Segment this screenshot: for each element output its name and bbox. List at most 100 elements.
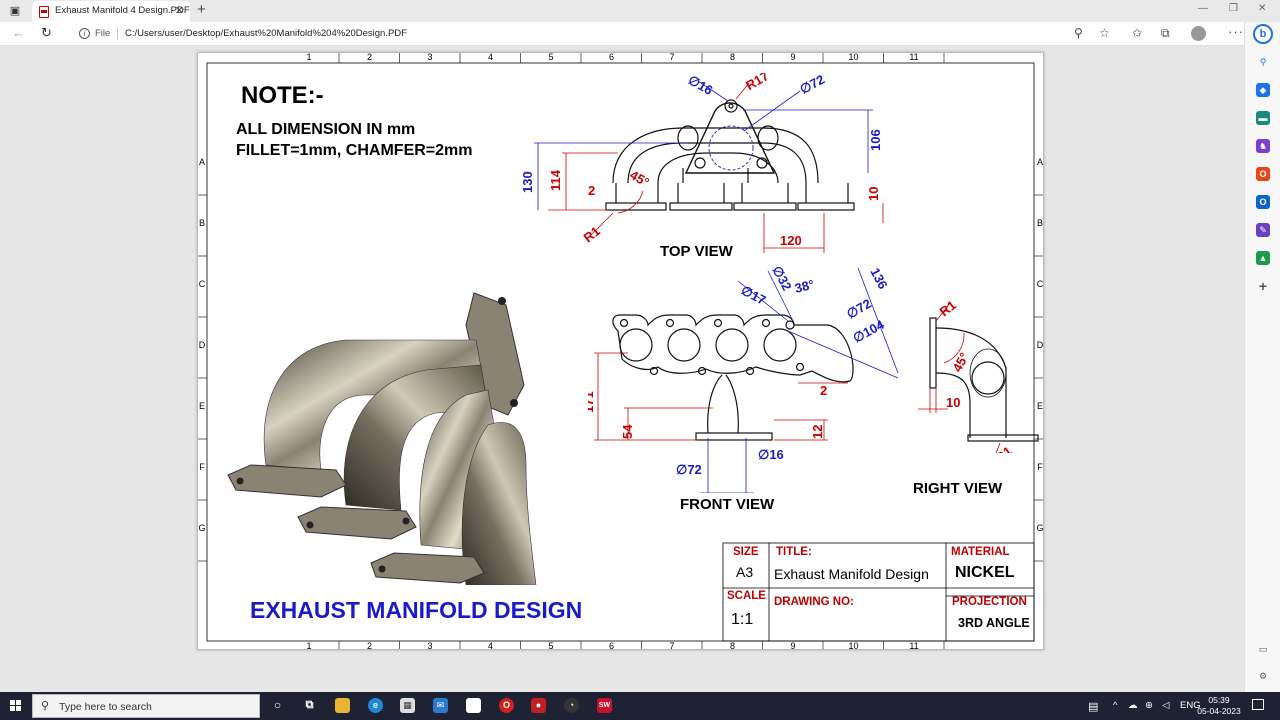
size-value: A3 [736,564,754,580]
restore-button[interactable]: ❐ [1229,3,1238,14]
url-field[interactable]: C:/Users/user/Desktop/Exhaust%20Manifold… [125,28,407,39]
border-column-label: 4 [488,53,493,62]
taskbar-search[interactable]: ⚲ Type here to search [32,694,260,718]
volume-icon[interactable]: ◁ [1162,700,1169,711]
border-column-label: 8 [730,53,735,62]
dim-front-136: 136 [867,265,890,291]
size-label: SIZE [733,546,759,558]
tray-chevron-icon[interactable]: ^ [1113,700,1117,711]
more-menu-icon[interactable]: ··· [1228,24,1244,39]
border-row-label: G [198,523,205,533]
tree-icon[interactable]: ▲ [1256,251,1270,265]
front-view-label: FRONT VIEW [680,496,775,513]
keyboard-icon[interactable]: ▤ [1088,700,1098,713]
file-explorer-icon[interactable] [335,698,350,713]
document-icon[interactable] [466,698,481,713]
manifold-3d-render [227,292,537,585]
taskbar: ⚲ Type here to search ○ ⧉ e ▦ ✉ O ● ◔ SW… [0,692,1280,720]
opera-icon[interactable]: O [499,698,514,713]
border-column-label: 10 [848,53,858,62]
dim-front-12: 12 [810,425,825,439]
task-view-icon[interactable]: ⧉ [302,698,317,713]
tab-strip: ▣ Exhaust Manifold 4 Design.PDF ✕ + — ❐ … [0,0,1280,22]
store-icon[interactable]: ▦ [400,698,415,713]
clock-date: 05-04-2023 [1197,706,1241,716]
projection-value: 3RD ANGLE [958,616,1030,630]
tab-pdf[interactable]: Exhaust Manifold 4 Design.PDF ✕ [32,1,190,22]
border-row-label: F [199,462,205,472]
edge-icon[interactable]: e [368,698,383,713]
mail-icon[interactable]: ✉ [433,698,448,713]
border-row-label: B [1037,218,1043,228]
solidworks-icon[interactable]: SW [597,698,612,713]
file-label: File [95,28,111,39]
title-label: TITLE: [776,546,812,558]
border-column-label: 1 [306,641,311,650]
border-row-label: B [199,218,205,228]
cloud-icon[interactable]: ☁ [1128,700,1138,711]
cortana-icon[interactable]: ○ [270,698,285,713]
favorites-icon[interactable]: ✩ [1132,26,1142,40]
info-icon[interactable]: i [79,28,90,39]
dim-right-10: 10 [946,395,960,410]
dim-top-45: 45° [627,167,652,190]
drawing-sheet: 1 1 2 2 3 3 4 4 5 5 6 6 7 7 8 8 9 9 10 10 11 11 A A B B C C D D E E F F G G… [197,52,1044,650]
windows-start-icon[interactable] [10,700,22,712]
clock[interactable]: 05:39 05-04-2023 [1195,695,1243,717]
games-icon[interactable]: ♞ [1256,139,1270,153]
pdf-icon [39,6,49,18]
new-tab-button[interactable]: + [197,1,206,19]
reload-icon[interactable]: ↻ [41,25,52,41]
office-icon[interactable]: O [1256,167,1270,181]
designer-icon[interactable]: ✎ [1256,223,1270,237]
border-column-label: 6 [609,53,614,62]
profile-avatar[interactable] [1191,26,1206,41]
dim-front-d32: ∅32 [769,263,794,293]
border-column-label: 7 [669,641,674,650]
material-label: MATERIAL [951,546,1010,558]
right-view-label: RIGHT VIEW [913,480,1003,497]
recorder-icon[interactable]: ● [531,698,546,713]
split-icon[interactable]: ▭ [1256,642,1270,656]
divider [117,28,118,40]
border-column-label: 11 [909,641,918,650]
notification-icon[interactable] [1252,699,1264,710]
tab-close-icon[interactable]: ✕ [175,4,184,17]
network-icon[interactable]: ⊕ [1145,700,1153,711]
border-column-label: 4 [488,641,493,650]
back-icon[interactable]: ← [12,25,25,41]
close-window-button[interactable]: ✕ [1258,3,1266,14]
settings-gear-icon[interactable]: ⚙ [1256,669,1270,683]
tools-icon[interactable]: ▬ [1256,111,1270,125]
dim-top-d72: ∅72 [797,73,827,97]
collections-icon[interactable]: ⧉ [1161,26,1170,40]
dim-front-38: 38° [793,277,816,296]
shopping-icon[interactable]: ◆ [1256,83,1270,97]
note-title: NOTE:- [241,82,324,109]
note-dimensions: ALL DIMENSION IN mm [236,121,416,138]
outlook-icon[interactable]: O [1256,195,1270,209]
minimize-button[interactable]: — [1198,3,1208,14]
dim-front-d72b: ∅72 [676,462,702,477]
zoom-icon[interactable]: ⚲ [1074,26,1083,40]
dim-top-106: 106 [868,129,883,151]
border-row-label: E [199,401,205,411]
material-value: NICKEL [955,564,1015,581]
border-column-label: 3 [427,641,432,650]
search-icon[interactable]: ⚲ [1256,55,1270,69]
right-view-drawing: R1 45° 10 R1 [918,297,1039,453]
dim-right-r1b: R1 [993,443,1015,453]
tab-actions-icon[interactable]: ▣ [8,4,22,18]
tab-title: Exhaust Manifold 4 Design.PDF [55,5,190,16]
top-view-label: TOP VIEW [660,243,733,260]
dim-front-d72: ∅72 [844,296,874,322]
border-column-label: 8 [730,641,735,650]
speedometer-icon[interactable]: ◔ [564,698,579,713]
border-column-label: 5 [548,53,553,62]
bing-icon[interactable]: b [1253,24,1273,44]
favorite-star-icon[interactable]: ☆ [1099,26,1110,40]
address-bar: ← ↻ i File C:/Users/user/Desktop/Exhaust… [0,22,1280,46]
drawing-no-label: DRAWING NO: [774,596,854,608]
add-icon[interactable]: + [1256,279,1270,293]
dim-front-d16: ∅16 [758,447,784,462]
